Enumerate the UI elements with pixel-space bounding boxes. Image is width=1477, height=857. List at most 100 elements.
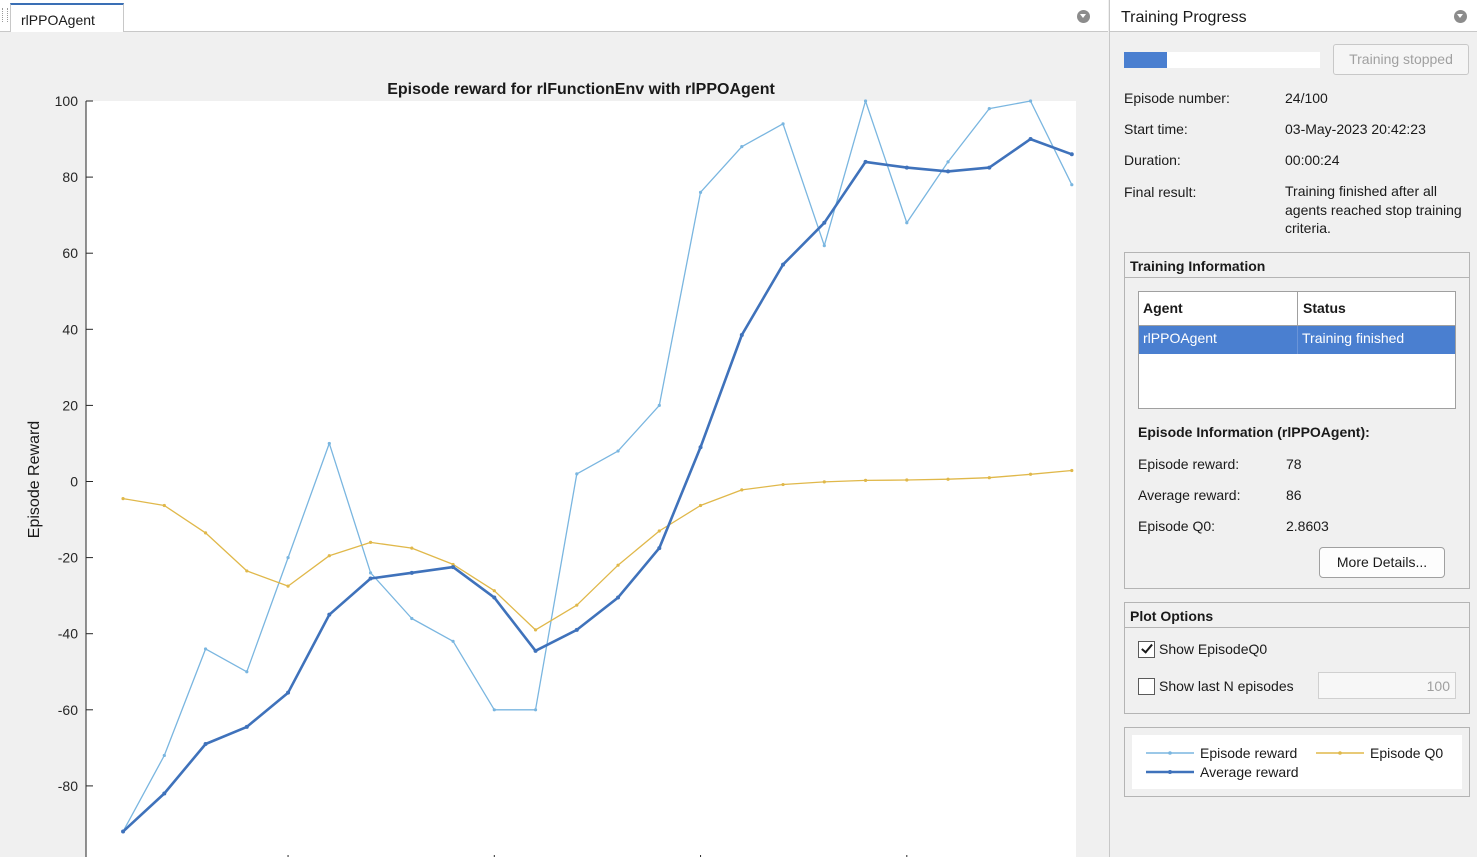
average-reward-value: 86 — [1286, 487, 1302, 503]
data-point — [905, 221, 909, 225]
y-tick-label: 80 — [62, 169, 78, 185]
data-point — [739, 333, 744, 338]
chevron-down-icon[interactable] — [1077, 10, 1090, 23]
data-point — [410, 616, 414, 621]
checkmark-icon — [1141, 641, 1153, 654]
y-tick-label: -20 — [58, 550, 78, 566]
legend-episode-reward-label: Episode reward — [1200, 745, 1298, 761]
data-point — [987, 476, 991, 480]
legend-markers — [1146, 751, 1364, 774]
final-result-label: Final result: — [1124, 184, 1197, 200]
data-point — [657, 403, 661, 407]
data-point — [946, 477, 950, 481]
legend-episode-reward-marker — [1168, 751, 1172, 755]
data-point — [368, 571, 373, 575]
data-point — [162, 791, 167, 796]
show-last-n-episodes-checkbox[interactable] — [1138, 678, 1155, 695]
table-header: Agent Status — [1139, 292, 1455, 326]
legend-average-reward-marker — [1168, 770, 1172, 774]
data-point — [698, 190, 703, 194]
data-point — [492, 595, 497, 600]
training-progress-bar — [1124, 52, 1320, 68]
data-point — [698, 445, 703, 450]
data-point — [1028, 137, 1033, 142]
data-point — [409, 570, 414, 575]
y-tick-label: 20 — [62, 397, 78, 413]
start-time-value: 03-May-2023 20:42:23 — [1285, 121, 1426, 137]
data-point — [781, 482, 785, 487]
data-point — [657, 529, 661, 533]
duration-value: 00:00:24 — [1285, 152, 1340, 168]
data-point — [245, 569, 249, 573]
final-result-value: Training finished after all agents reach… — [1285, 183, 1462, 236]
data-point — [368, 576, 373, 581]
legend-group: Episode reward Episode Q0 Average reward — [1124, 727, 1470, 797]
data-point — [616, 595, 621, 600]
data-point — [203, 647, 208, 651]
y-tick-label: -80 — [58, 778, 78, 794]
data-point — [162, 503, 166, 508]
start-time-label: Start time: — [1124, 121, 1188, 137]
data-point — [863, 159, 868, 164]
plot-options-title: Plot Options — [1125, 603, 1469, 628]
data-point — [863, 478, 868, 482]
plot-document-area: rlPPOAgent 100806040200-20-40-60-80-100 … — [0, 0, 1108, 857]
data-point — [574, 627, 579, 632]
column-header-agent[interactable]: Agent — [1143, 300, 1183, 316]
agent-status-table: Agent Status rlPPOAgent Training finishe… — [1138, 291, 1456, 409]
legend-episode-q0-label: Episode Q0 — [1370, 745, 1444, 761]
show-episode-q0-checkbox[interactable] — [1138, 641, 1155, 658]
episode-information-title: Episode Information (rlPPOAgent): — [1138, 424, 1370, 440]
data-point — [203, 742, 208, 747]
tab-grip-handle[interactable] — [2, 8, 8, 22]
data-point — [822, 480, 826, 484]
data-point — [492, 708, 496, 712]
data-point — [740, 488, 744, 492]
data-point — [327, 612, 332, 617]
data-point — [863, 99, 868, 103]
y-tick-label: -40 — [58, 626, 78, 642]
show-last-n-episodes-label[interactable]: Show last N episodes — [1159, 678, 1294, 694]
data-point — [575, 603, 579, 607]
y-axis-label: Episode Reward — [26, 421, 43, 538]
data-point — [740, 145, 744, 149]
column-header-status[interactable]: Status — [1303, 300, 1346, 316]
data-point — [946, 169, 951, 174]
data-point — [244, 724, 249, 729]
more-details-button[interactable]: More Details... — [1319, 547, 1445, 578]
data-point — [451, 639, 455, 643]
data-point — [987, 107, 991, 111]
data-point — [327, 441, 331, 446]
data-point — [162, 753, 166, 758]
chevron-down-icon[interactable] — [1454, 10, 1467, 23]
data-point — [987, 165, 992, 170]
episode-number-value: 24/100 — [1285, 90, 1328, 106]
legend-average-reward-label: Average reward — [1200, 764, 1299, 780]
data-point — [1069, 152, 1074, 157]
data-point — [451, 565, 456, 570]
data-point — [121, 497, 125, 501]
plot-options-group: Plot Options Show EpisodeQ0 Show last N … — [1124, 602, 1470, 714]
data-point — [1028, 472, 1033, 476]
data-point — [327, 554, 331, 558]
episode-q0-value: 2.8603 — [1286, 518, 1329, 534]
y-tick-label: 0 — [70, 474, 78, 490]
tab-label: rlPPOAgent — [21, 12, 95, 28]
panel-title: Training Progress — [1121, 9, 1247, 26]
data-point — [368, 540, 373, 544]
data-point — [698, 503, 703, 508]
show-episode-q0-label[interactable]: Show EpisodeQ0 — [1159, 641, 1267, 657]
tab-rlppoagent[interactable]: rlPPOAgent — [10, 3, 124, 32]
plot-legend: Episode reward Episode Q0 Average reward — [1132, 735, 1462, 789]
average-reward-label: Average reward: — [1138, 487, 1241, 503]
data-point — [533, 648, 538, 653]
status-cell: Training finished — [1302, 330, 1405, 346]
data-point — [286, 556, 290, 560]
last-n-episodes-input[interactable]: 100 — [1318, 672, 1456, 699]
data-point — [904, 165, 909, 170]
stop-training-button[interactable]: Training stopped — [1333, 44, 1469, 75]
document-tab-strip: rlPPOAgent — [0, 0, 1108, 32]
data-point — [822, 243, 826, 248]
table-row[interactable]: rlPPOAgent Training finished — [1139, 326, 1455, 354]
duration-label: Duration: — [1124, 152, 1181, 168]
